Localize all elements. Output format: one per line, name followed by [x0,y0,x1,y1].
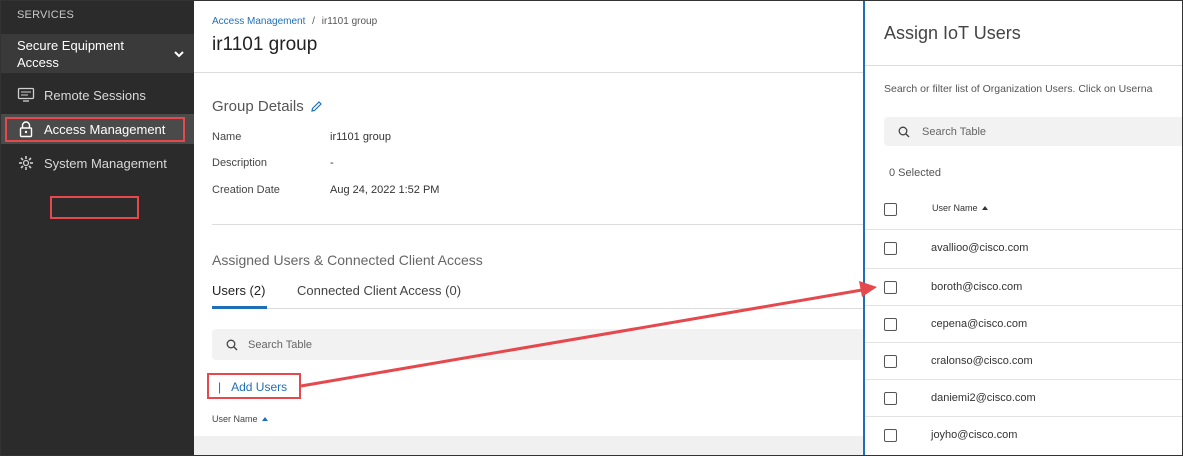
row-checkbox[interactable] [884,281,897,294]
group-details-title: Group Details [212,98,323,115]
chevron-down-icon [174,51,184,58]
sidebar-item-label: System Management [44,155,167,171]
row-checkbox[interactable] [884,242,897,255]
tabs-divider [212,308,863,309]
user-email: boroth@cisco.com [931,281,1023,293]
table-row[interactable]: cepena@cisco.com [865,305,1183,342]
selected-count: 0 Selected [889,167,941,179]
row-checkbox[interactable] [884,392,897,405]
tab-users[interactable]: Users (2) [212,283,265,298]
breadcrumb-separator: / [312,16,315,27]
edit-pencil-icon[interactable] [310,100,323,113]
table-row[interactable]: cralonso@cisco.com [865,342,1183,379]
search-placeholder: Search Table [248,338,313,351]
assign-iot-users-panel: Assign IoT Users Search or filter list o… [863,0,1183,456]
column-header-label: User Name [212,414,258,424]
field-value-description: - [330,157,334,169]
sidebar-item-remote-sessions[interactable]: Remote Sessions [0,80,194,110]
field-label-name: Name [212,131,242,143]
gear-icon [16,153,36,173]
field-label-creation-date: Creation Date [212,184,280,196]
panel-description: Search or filter list of Organization Us… [884,83,1153,95]
sidebar: SERVICES Secure Equipment Access Remote … [0,0,194,456]
sidebar-item-system-management[interactable]: System Management [0,148,194,178]
search-input[interactable]: Search Table [212,329,863,360]
divider [212,224,863,225]
column-header-user-name[interactable]: User Name [932,203,988,213]
sidebar-section-title: SERVICES [17,9,75,21]
tab-connected-client-access[interactable]: Connected Client Access (0) [297,283,461,298]
page-title: ir1101 group [212,34,318,55]
select-all-checkbox[interactable] [884,203,897,216]
sidebar-group-label: Secure Equipment Access [17,38,124,70]
user-email: cralonso@cisco.com [931,355,1033,367]
table-row[interactable]: boroth@cisco.com [865,268,1183,305]
panel-search-input[interactable]: Search Table [884,117,1183,146]
row-checkbox[interactable] [884,355,897,368]
divider [865,65,1183,66]
group-details-title-text: Group Details [212,98,304,115]
divider [194,72,863,73]
field-value-name: ir1101 group [330,131,391,143]
row-checkbox[interactable] [884,429,897,442]
field-value-creation-date: Aug 24, 2022 1:52 PM [330,184,440,196]
column-header-label: User Name [932,203,978,213]
annotation-highlight-box [50,196,139,219]
breadcrumb: Access Management / ir1101 group [212,16,377,27]
annotation-highlight-box [207,373,301,399]
user-email: daniemi2@cisco.com [931,392,1036,404]
sort-ascending-icon [981,206,988,210]
field-label-description: Description [212,157,268,169]
annotation-highlight-box [5,117,185,142]
sidebar-group-secure-equipment-access[interactable]: Secure Equipment Access [0,34,194,73]
table-row[interactable]: daniemi2@cisco.com [865,379,1183,416]
active-tab-indicator [212,306,267,309]
search-icon [226,339,238,351]
breadcrumb-link-access-management[interactable]: Access Management [212,16,305,27]
assigned-section-title: Assigned Users & Connected Client Access [212,252,483,268]
sidebar-item-label: Remote Sessions [44,87,146,103]
column-header-user-name[interactable]: User Name [212,414,268,424]
table-row [194,436,863,456]
table-row[interactable]: avallioo@cisco.com [865,229,1183,266]
breadcrumb-current: ir1101 group [321,16,378,27]
panel-title: Assign IoT Users [884,23,1021,43]
row-checkbox[interactable] [884,318,897,331]
user-email: joyho@cisco.com [931,429,1018,441]
sort-ascending-icon [261,417,268,421]
search-icon [898,126,910,138]
table-row[interactable]: joyho@cisco.com [865,416,1183,453]
monitor-icon [16,85,36,105]
user-email: avallioo@cisco.com [931,242,1029,254]
user-email: cepena@cisco.com [931,318,1028,330]
search-placeholder: Search Table [922,125,987,138]
